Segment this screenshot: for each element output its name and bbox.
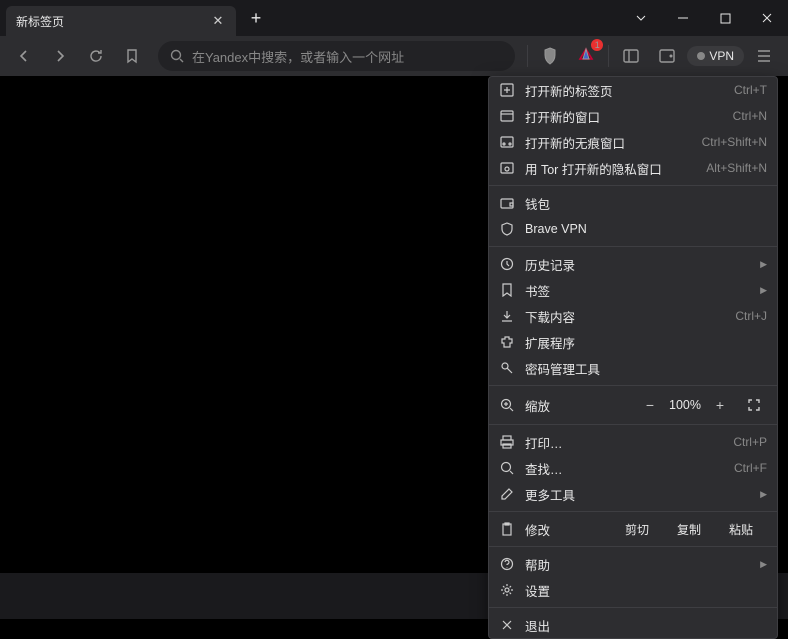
- menu-extensions[interactable]: 扩展程序: [489, 329, 777, 355]
- menu-new-incognito[interactable]: 打开新的无痕窗口 Ctrl+Shift+N: [489, 129, 777, 155]
- tab-strip: 新标签页 ✕ +: [0, 0, 270, 36]
- menu-history[interactable]: 历史记录 ▶: [489, 251, 777, 277]
- search-icon: [499, 460, 515, 476]
- gear-icon: [499, 582, 515, 598]
- bookmark-icon[interactable]: [116, 40, 148, 72]
- zoom-value: 100%: [663, 398, 707, 412]
- search-icon: [170, 49, 184, 63]
- address-placeholder: 在Yandex中搜索，或者输入一个网址: [192, 47, 404, 66]
- menu-print[interactable]: 打印… Ctrl+P: [489, 429, 777, 455]
- zoom-in-button[interactable]: +: [707, 394, 733, 416]
- incognito-icon: [499, 134, 515, 150]
- back-button[interactable]: [8, 40, 40, 72]
- shield-icon: [499, 221, 515, 237]
- menu-new-tab[interactable]: 打开新的标签页 Ctrl+T: [489, 77, 777, 103]
- reload-button[interactable]: [80, 40, 112, 72]
- brave-shields-icon[interactable]: [534, 40, 566, 72]
- close-window-button[interactable]: [746, 2, 788, 34]
- menu-separator: [489, 546, 777, 547]
- window-icon: [499, 108, 515, 124]
- notification-badge: 1: [590, 38, 604, 52]
- menu-passwords[interactable]: 密码管理工具: [489, 355, 777, 381]
- maximize-button[interactable]: [704, 2, 746, 34]
- toolbar: 在Yandex中搜索，或者输入一个网址 1 VPN: [0, 36, 788, 76]
- menu-settings[interactable]: 设置: [489, 577, 777, 603]
- help-icon: [499, 556, 515, 572]
- titlebar: 新标签页 ✕ +: [0, 0, 788, 36]
- menu-bookmarks[interactable]: 书签 ▶: [489, 277, 777, 303]
- menu-more-tools[interactable]: 更多工具 ▶: [489, 481, 777, 507]
- minimize-button[interactable]: [662, 2, 704, 34]
- submenu-arrow-icon: ▶: [760, 285, 767, 296]
- forward-button[interactable]: [44, 40, 76, 72]
- close-icon: [499, 617, 515, 633]
- submenu-arrow-icon: ▶: [760, 259, 767, 270]
- tab-active[interactable]: 新标签页 ✕: [6, 6, 236, 36]
- menu-new-window[interactable]: 打开新的窗口 Ctrl+N: [489, 103, 777, 129]
- zoom-out-button[interactable]: −: [637, 394, 663, 416]
- menu-separator: [489, 385, 777, 386]
- menu-separator: [489, 511, 777, 512]
- menu-separator: [489, 246, 777, 247]
- zoom-icon: [499, 397, 515, 413]
- wallet-icon[interactable]: [651, 40, 683, 72]
- chevron-down-icon[interactable]: [620, 2, 662, 34]
- download-icon: [499, 308, 515, 324]
- print-icon: [499, 434, 515, 450]
- brave-rewards-icon[interactable]: 1: [570, 40, 602, 72]
- menu-separator: [489, 424, 777, 425]
- window-controls: [620, 0, 788, 36]
- tools-icon: [499, 486, 515, 502]
- menu-help[interactable]: 帮助 ▶: [489, 551, 777, 577]
- vpn-label: VPN: [709, 49, 734, 63]
- menu-exit[interactable]: 退出: [489, 612, 777, 638]
- submenu-arrow-icon: ▶: [760, 489, 767, 500]
- menu-separator: [489, 185, 777, 186]
- vpn-button[interactable]: VPN: [687, 46, 744, 66]
- hamburger-menu-button[interactable]: [748, 40, 780, 72]
- vpn-status-dot: [697, 52, 705, 60]
- cut-button[interactable]: 剪切: [611, 517, 663, 542]
- history-icon: [499, 256, 515, 272]
- menu-new-tor[interactable]: 用 Tor 打开新的隐私窗口 Alt+Shift+N: [489, 155, 777, 181]
- separator: [608, 45, 609, 67]
- new-tab-icon: [499, 82, 515, 98]
- clipboard-icon: [499, 521, 515, 537]
- menu-brave-vpn[interactable]: Brave VPN: [489, 216, 777, 242]
- menu-wallet[interactable]: 钱包: [489, 190, 777, 216]
- extensions-icon: [499, 334, 515, 350]
- close-tab-icon[interactable]: ✕: [210, 13, 226, 29]
- main-menu: 打开新的标签页 Ctrl+T 打开新的窗口 Ctrl+N 打开新的无痕窗口 Ct…: [488, 76, 778, 639]
- menu-downloads[interactable]: 下载内容 Ctrl+J: [489, 303, 777, 329]
- bookmark-icon: [499, 282, 515, 298]
- key-icon: [499, 360, 515, 376]
- submenu-arrow-icon: ▶: [760, 559, 767, 570]
- fullscreen-button[interactable]: [741, 394, 767, 416]
- address-bar[interactable]: 在Yandex中搜索，或者输入一个网址: [158, 41, 515, 71]
- wallet-icon: [499, 195, 515, 211]
- copy-button[interactable]: 复制: [663, 517, 715, 542]
- tab-title: 新标签页: [16, 13, 210, 30]
- tor-icon: [499, 160, 515, 176]
- menu-separator: [489, 607, 777, 608]
- paste-button[interactable]: 粘贴: [715, 517, 767, 542]
- separator: [527, 45, 528, 67]
- menu-edit: 修改 剪切 复制 粘贴: [489, 516, 777, 542]
- new-tab-button[interactable]: +: [242, 4, 270, 32]
- menu-zoom: 缩放 − 100% +: [489, 390, 777, 420]
- sidebar-icon[interactable]: [615, 40, 647, 72]
- menu-find[interactable]: 查找… Ctrl+F: [489, 455, 777, 481]
